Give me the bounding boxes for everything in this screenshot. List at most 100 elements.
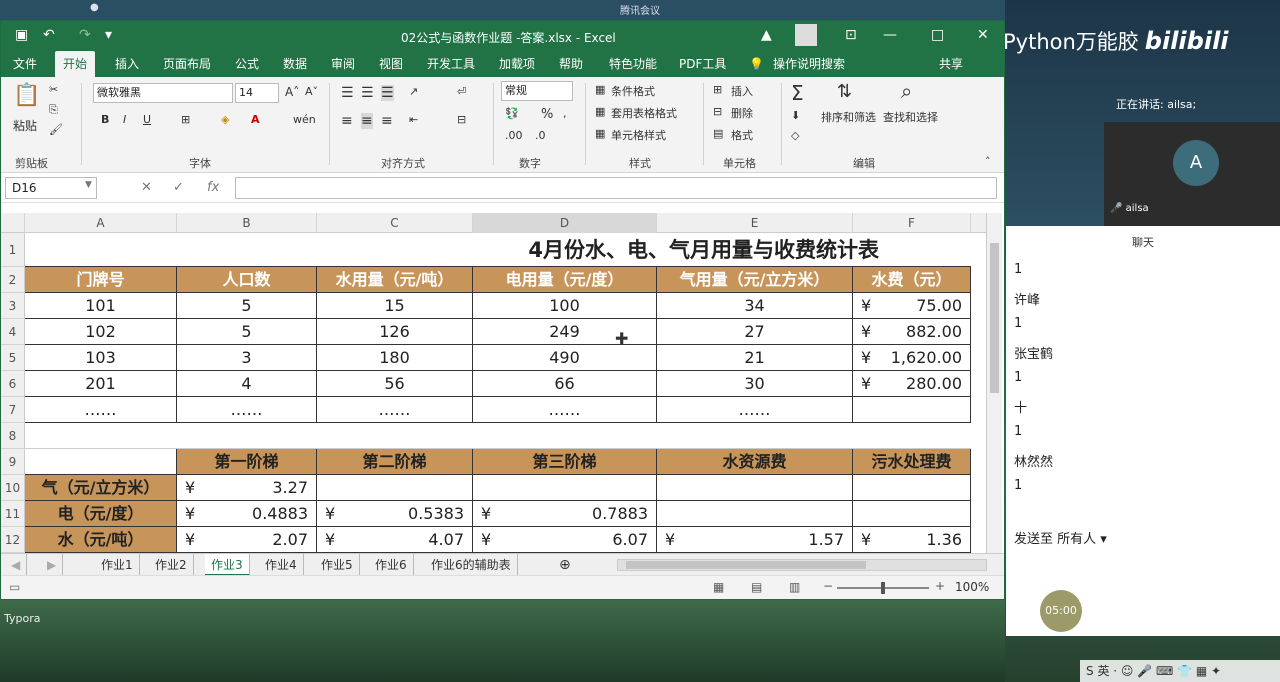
delete-cells-button[interactable]: 删除 <box>731 105 753 121</box>
tab-view[interactable]: 视图 <box>371 51 411 77</box>
format-cells-button[interactable]: 格式 <box>731 127 753 143</box>
tier-price-cell[interactable] <box>853 501 971 527</box>
data-cell[interactable]: …… <box>177 397 317 423</box>
tier-header-3[interactable]: 第三阶梯 <box>473 449 657 475</box>
vertical-scroll-thumb[interactable] <box>990 243 999 393</box>
data-cell[interactable]: 30 <box>657 371 853 397</box>
data-cell[interactable]: 34 <box>657 293 853 319</box>
paste-icon[interactable]: 📋 <box>13 83 40 108</box>
warning-icon[interactable]: ▲ <box>761 27 772 43</box>
row-header-1[interactable]: 1 <box>1 233 25 267</box>
data-cell[interactable]: 3 <box>177 345 317 371</box>
header-water-usage[interactable]: 水用量（元/吨） <box>317 267 473 293</box>
tell-me-search[interactable]: 操作说明搜索 <box>765 51 853 77</box>
water-fee-cell[interactable]: ¥280.00 <box>853 371 971 397</box>
share-button[interactable]: 共享 <box>931 51 971 77</box>
tier-price-cell[interactable]: ¥0.5383 <box>317 501 473 527</box>
tier-price-cell[interactable] <box>473 475 657 501</box>
sheet-tab-6-helper[interactable]: 作业6的辅助表 <box>425 554 518 576</box>
row-header-10[interactable]: 10 <box>1 475 25 501</box>
ribbon-display-icon[interactable]: ⊡ <box>845 27 857 43</box>
horizontal-scrollbar[interactable] <box>617 559 987 571</box>
tab-developer[interactable]: 开发工具 <box>419 51 483 77</box>
cell-styles-button[interactable]: 单元格样式 <box>611 127 666 143</box>
align-left-icon[interactable]: ≡ <box>341 113 353 129</box>
sheet-tab-1[interactable]: 作业1 <box>95 554 140 576</box>
row-header-2[interactable]: 2 <box>1 267 25 293</box>
tier-price-cell[interactable] <box>657 501 853 527</box>
water-fee-cell[interactable]: ¥882.00 <box>853 319 971 345</box>
row-header-5[interactable]: 5 <box>1 345 25 371</box>
wrap-text-icon[interactable]: ⏎ <box>457 85 466 98</box>
chevron-down-icon[interactable]: ▾ <box>1096 532 1107 547</box>
data-cell[interactable]: 5 <box>177 293 317 319</box>
column-header-e[interactable]: E <box>657 213 853 233</box>
data-cell[interactable]: 15 <box>317 293 473 319</box>
conditional-format-button[interactable]: 条件格式 <box>611 83 655 99</box>
undo-icon[interactable]: ↶ <box>43 27 55 43</box>
add-sheet-icon[interactable]: ⊕ <box>553 554 577 576</box>
zoom-in-icon[interactable]: + <box>935 579 945 593</box>
tier-row-label[interactable]: 气（元/立方米） <box>25 475 177 501</box>
column-header-c[interactable]: C <box>317 213 473 233</box>
row-header-9[interactable]: 9 <box>1 449 25 475</box>
data-cell[interactable]: 201 <box>25 371 177 397</box>
align-top-icon[interactable]: ☰ <box>341 85 354 101</box>
insert-function-icon[interactable]: fx <box>207 180 219 195</box>
data-cell[interactable]: 21 <box>657 345 853 371</box>
zoom-out-icon[interactable]: − <box>823 579 833 593</box>
tab-home[interactable]: 开始 <box>55 51 96 77</box>
vertical-scrollbar[interactable] <box>986 213 1002 553</box>
insert-cells-button[interactable]: 插入 <box>731 83 753 99</box>
number-format-select[interactable]: 常规 <box>501 81 573 101</box>
tray-icons[interactable]: · ☺ 🎤 ⌨ 👕 ▦ ✦ <box>1113 664 1221 678</box>
collapse-ribbon-icon[interactable]: ˄ <box>985 155 991 168</box>
underline-button[interactable]: U <box>143 113 151 126</box>
copy-icon[interactable]: ⎘ <box>49 103 58 117</box>
fill-icon[interactable]: ⬇ <box>791 109 800 122</box>
tier-price-cell[interactable] <box>853 475 971 501</box>
page-break-view-icon[interactable]: ▥ <box>789 580 800 594</box>
align-bottom-icon[interactable]: ☰ <box>381 85 394 101</box>
header-electric-usage[interactable]: 电用量（元/度） <box>473 267 657 293</box>
autosum-icon[interactable]: Σ <box>791 81 804 105</box>
horizontal-scroll-thumb[interactable] <box>626 561 866 569</box>
empty-row-8[interactable] <box>25 423 971 449</box>
tab-review[interactable]: 审阅 <box>323 51 363 77</box>
header-gas-usage[interactable]: 气用量（元/立方米） <box>657 267 853 293</box>
tier-corner-cell[interactable] <box>25 449 177 475</box>
sheet-tab-5[interactable]: 作业5 <box>315 554 360 576</box>
indent-icon[interactable]: ⇤ <box>409 113 418 126</box>
column-header-a[interactable]: A <box>25 213 177 233</box>
timer-badge[interactable]: 05:00 <box>1040 590 1082 632</box>
page-layout-view-icon[interactable]: ▤ <box>751 580 762 594</box>
zoom-slider-thumb[interactable] <box>881 582 885 594</box>
tab-help[interactable]: 帮助 <box>551 51 591 77</box>
cut-icon[interactable]: ✂ <box>49 83 58 96</box>
tab-page-layout[interactable]: 页面布局 <box>155 51 219 77</box>
select-all-corner[interactable] <box>1 213 25 233</box>
format-as-table-button[interactable]: 套用表格格式 <box>611 105 677 121</box>
data-cell[interactable]: 56 <box>317 371 473 397</box>
italic-button[interactable]: I <box>123 113 126 126</box>
percent-button[interactable]: % <box>541 107 553 122</box>
data-cell[interactable]: 5 <box>177 319 317 345</box>
decrease-decimal-icon[interactable]: .0 <box>535 129 546 142</box>
sheet-tab-4[interactable]: 作业4 <box>259 554 304 576</box>
column-header-d[interactable]: D <box>473 213 657 233</box>
next-sheet-icon[interactable]: ▶ <box>41 554 64 576</box>
data-cell[interactable]: …… <box>473 397 657 423</box>
tier-row-label[interactable]: 电（元/度） <box>25 501 177 527</box>
data-cell[interactable]: 66 <box>473 371 657 397</box>
data-cell[interactable]: 126 <box>317 319 473 345</box>
tier-header-2[interactable]: 第二阶梯 <box>317 449 473 475</box>
ime-icon[interactable]: S <box>1086 664 1097 678</box>
cancel-entry-icon[interactable]: ✕ <box>141 180 152 195</box>
ime-language[interactable]: 英 <box>1097 664 1109 678</box>
merge-center-icon[interactable]: ⊟ <box>457 113 466 126</box>
sheet-tab-3[interactable]: 作业3 <box>205 554 250 576</box>
align-center-icon[interactable]: ≡ <box>361 113 373 129</box>
tier-header-sewage[interactable]: 污水处理费 <box>853 449 971 475</box>
formula-input[interactable] <box>235 177 997 199</box>
phonetic-icon[interactable]: wén <box>293 113 316 126</box>
